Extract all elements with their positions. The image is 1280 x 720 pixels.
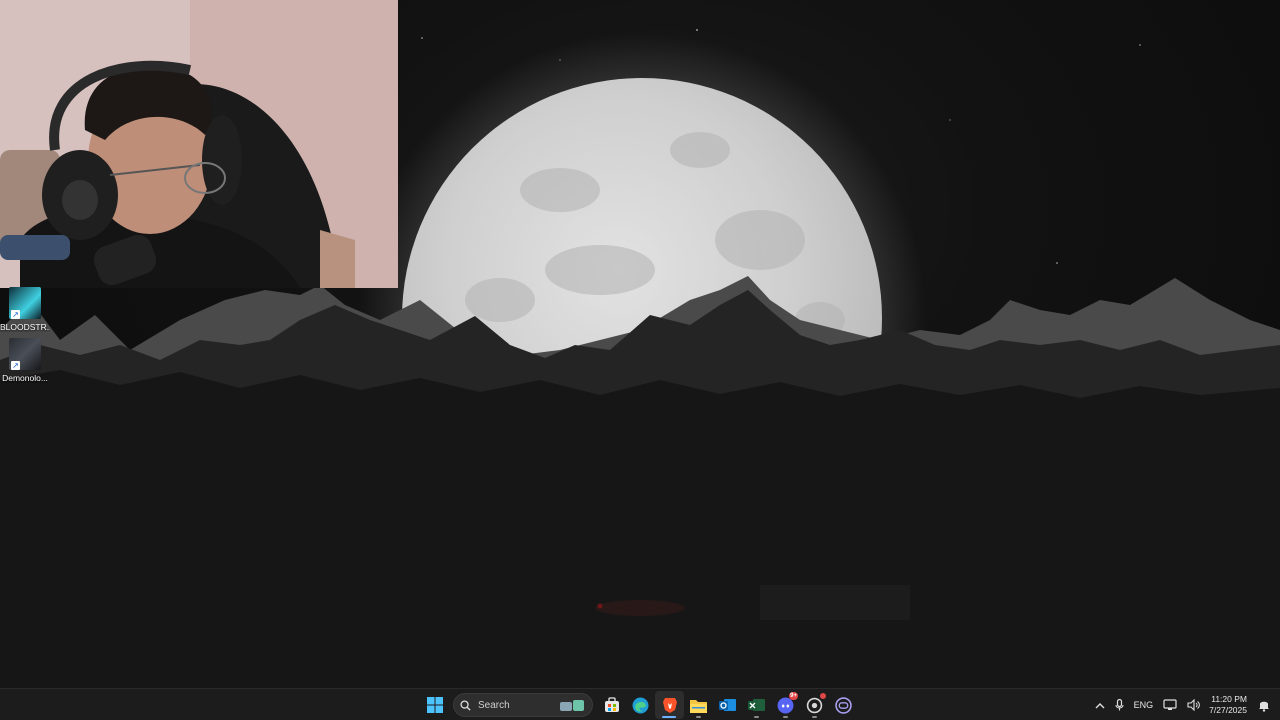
shortcut-arrow-icon: ↗ bbox=[11, 361, 20, 370]
clock-time: 11:20 PM bbox=[1211, 694, 1247, 704]
system-tray: ENG 11:20 PM 7/27/2025 bbox=[1090, 689, 1280, 720]
game-shortcut-icon: ↗ bbox=[9, 338, 41, 370]
running-indicator bbox=[783, 716, 788, 718]
store-icon bbox=[604, 697, 619, 712]
taskbar-app-copilot[interactable] bbox=[829, 691, 858, 719]
streamer-webcam-image bbox=[0, 0, 398, 288]
notification-dot bbox=[820, 693, 826, 699]
notification-badge: 9+ bbox=[789, 692, 798, 700]
desktop-icon-label: Demonolo... bbox=[2, 373, 48, 383]
clock-date: 7/27/2025 bbox=[1209, 705, 1247, 715]
running-indicator bbox=[662, 716, 676, 718]
game-shortcut-icon: ↗ bbox=[9, 287, 41, 319]
search-icon bbox=[460, 699, 471, 711]
windows-logo-icon bbox=[426, 697, 443, 713]
desktop-icon-demonologist[interactable]: ↗ Demonolo... bbox=[0, 338, 50, 400]
taskbar-app-store[interactable] bbox=[597, 691, 626, 719]
notification-bell-icon bbox=[1259, 701, 1269, 712]
language-indicator[interactable]: ENG bbox=[1129, 689, 1159, 720]
running-indicator bbox=[812, 716, 817, 718]
edge-icon bbox=[632, 697, 649, 713]
shortcut-arrow-icon: ↗ bbox=[11, 310, 20, 319]
network-icon bbox=[1163, 699, 1177, 710]
microphone-icon bbox=[1115, 699, 1124, 711]
taskbar: Search 9+ ENG 11:20 PM 7/27/2025 bbox=[0, 688, 1280, 720]
app-icon bbox=[806, 697, 823, 713]
taskbar-app-discord[interactable]: 9+ bbox=[771, 691, 800, 719]
running-indicator bbox=[696, 716, 701, 718]
taskbar-app-excel[interactable] bbox=[742, 691, 771, 719]
microphone-button[interactable] bbox=[1110, 689, 1129, 720]
taskbar-search-box[interactable]: Search bbox=[453, 693, 593, 717]
desktop-icon-label: BLOODSTR... bbox=[0, 322, 50, 332]
excel-icon bbox=[748, 699, 765, 711]
brave-icon bbox=[662, 697, 677, 713]
webcam-overlay bbox=[0, 0, 398, 288]
copilot-icon bbox=[835, 696, 852, 714]
taskbar-app-brave[interactable] bbox=[655, 691, 684, 719]
taskbar-app-edge[interactable] bbox=[626, 691, 655, 719]
start-button[interactable] bbox=[420, 691, 449, 719]
taskbar-app-outlook[interactable] bbox=[713, 691, 742, 719]
outlook-icon bbox=[719, 699, 736, 711]
search-highlight-icon bbox=[560, 700, 584, 711]
volume-button[interactable] bbox=[1182, 689, 1205, 720]
show-hidden-icons-button[interactable] bbox=[1090, 689, 1110, 720]
search-placeholder: Search bbox=[478, 699, 510, 711]
speaker-icon bbox=[1187, 699, 1201, 711]
running-indicator bbox=[754, 716, 759, 718]
chevron-up-icon bbox=[1095, 702, 1105, 708]
network-button[interactable] bbox=[1158, 689, 1182, 720]
taskbar-app-other[interactable] bbox=[800, 691, 829, 719]
clock-button[interactable]: 11:20 PM 7/27/2025 bbox=[1205, 694, 1253, 716]
notifications-button[interactable] bbox=[1253, 689, 1280, 720]
taskbar-app-file-explorer[interactable] bbox=[684, 691, 713, 719]
folder-icon bbox=[690, 699, 707, 713]
taskbar-center: Search 9+ bbox=[420, 689, 858, 720]
